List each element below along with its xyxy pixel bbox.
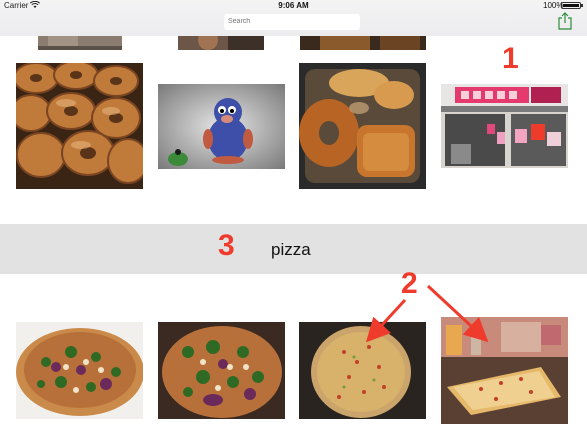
annotation-arrow <box>426 284 489 343</box>
annotation-arrows <box>365 284 489 343</box>
annotation-arrow <box>365 298 407 343</box>
